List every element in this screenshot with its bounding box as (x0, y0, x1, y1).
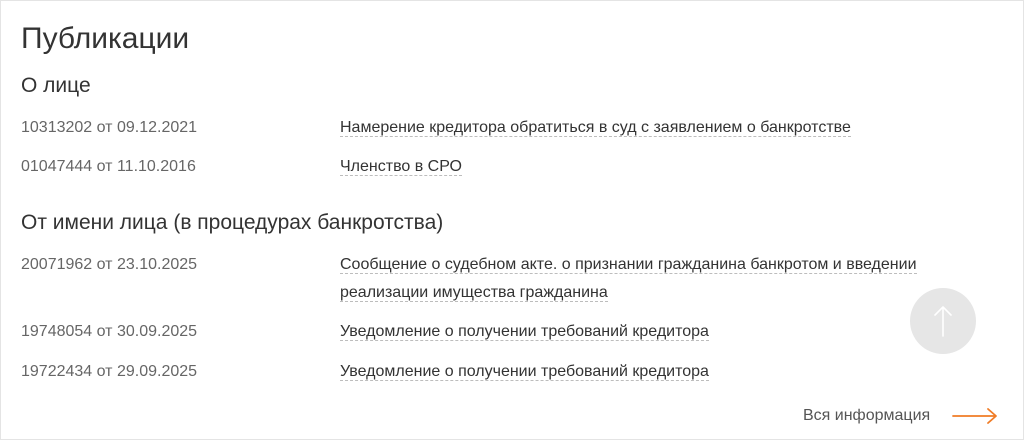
all-information-link[interactable]: Вся информация (803, 404, 998, 428)
publication-link-text[interactable]: Членство в СРО (340, 158, 462, 176)
page-title: Публикации (21, 22, 190, 55)
publication-id: 01047444 от 11.10.2016 (21, 158, 196, 175)
publication-id: 10313202 от 09.12.2021 (21, 119, 198, 136)
publication-link[interactable]: Уведомление о получении требований креди… (340, 318, 980, 346)
publication-link[interactable]: Сообщение о судебном акте. о признании г… (340, 251, 980, 307)
publication-id: 19722434 от 29.09.2025 (21, 363, 198, 380)
section-title-on-behalf: От имени лица (в процедурах банкротства) (21, 211, 444, 234)
all-information-label[interactable]: Вся информация (803, 404, 930, 428)
section-title-about-person: О лице (21, 74, 91, 97)
publication-link[interactable]: Членство в СРО (340, 153, 980, 181)
publication-link[interactable]: Уведомление о получении требований креди… (340, 358, 980, 386)
publication-link[interactable]: Намерение кредитора обратиться в суд с з… (340, 114, 980, 142)
arrow-up-icon (934, 306, 952, 337)
publication-link-text[interactable]: Уведомление о получении требований креди… (340, 363, 709, 381)
arrow-right-icon[interactable] (952, 406, 998, 426)
scroll-to-top-button[interactable] (910, 288, 976, 354)
publication-id: 19748054 от 30.09.2025 (21, 323, 198, 340)
publications-panel: Публикации О лице 10313202 от 09.12.2021… (0, 0, 1024, 440)
publication-id: 20071962 от 23.10.2025 (21, 256, 198, 273)
publication-link-text[interactable]: Уведомление о получении требований креди… (340, 323, 709, 341)
publication-link-text[interactable]: Сообщение о судебном акте. о признании г… (340, 256, 917, 302)
publication-link-text[interactable]: Намерение кредитора обратиться в суд с з… (340, 119, 851, 137)
